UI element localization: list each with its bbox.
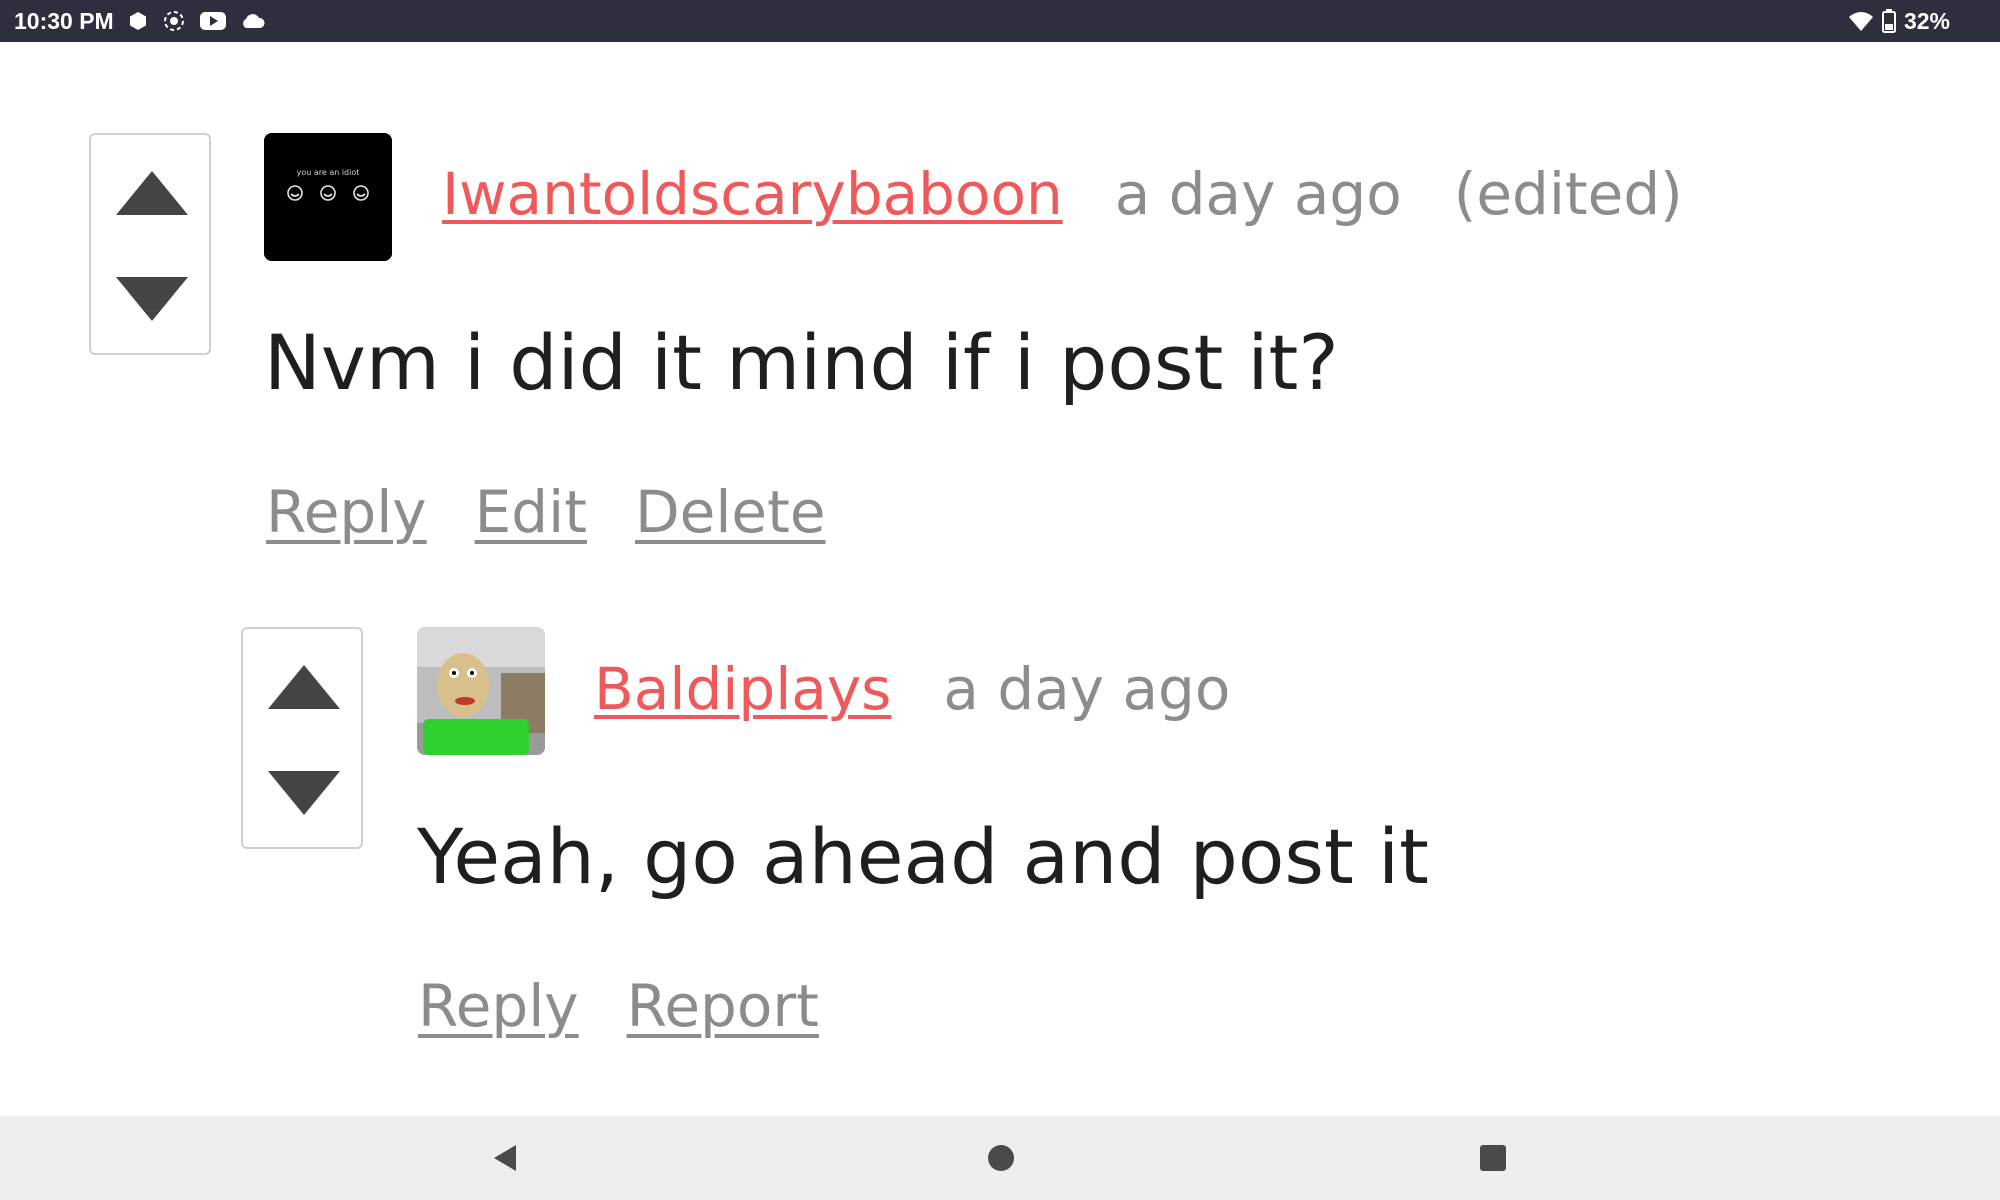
upvote-arrow-icon[interactable] — [266, 663, 342, 713]
avatar-caption: you are an idiot — [297, 168, 360, 177]
baldi-character-icon — [417, 627, 545, 755]
smiley-faces-icon: you are an idiot — [264, 133, 392, 261]
navigation-bar — [0, 1116, 2000, 1200]
timestamp: a day ago — [1114, 160, 1402, 228]
hexagon-icon — [128, 11, 148, 31]
downvote-arrow-icon[interactable] — [266, 767, 342, 817]
record-icon — [162, 9, 186, 33]
upvote-arrow-icon[interactable] — [114, 169, 190, 219]
home-icon[interactable] — [981, 1138, 1021, 1178]
comment-body: Yeah, go ahead and post it — [417, 812, 1429, 901]
back-icon[interactable] — [485, 1138, 525, 1178]
comment-body: Nvm i did it mind if i post it? — [264, 318, 1339, 407]
wifi-icon — [1848, 10, 1874, 32]
username-link[interactable]: Iwantoldscarybaboon — [442, 160, 1063, 228]
avatar[interactable] — [417, 627, 545, 755]
battery-icon — [1881, 9, 1896, 33]
downvote-arrow-icon[interactable] — [114, 273, 190, 323]
username-link[interactable]: Baldiplays — [594, 655, 891, 723]
vote-box — [89, 133, 211, 355]
battery-percent: 32% — [1903, 7, 1950, 34]
avatar[interactable]: you are an idiot — [264, 133, 392, 261]
reply-button[interactable]: Reply — [266, 478, 427, 546]
vote-box — [241, 627, 363, 849]
timestamp: a day ago — [943, 655, 1231, 723]
cloud-icon — [240, 12, 266, 30]
status-time: 10:30 PM — [14, 7, 114, 34]
edit-button[interactable]: Edit — [475, 478, 587, 546]
status-bar: 10:30 PM 32% — [0, 0, 2000, 42]
recents-icon[interactable] — [1473, 1138, 1513, 1178]
youtube-icon — [199, 11, 226, 31]
delete-button[interactable]: Delete — [635, 478, 826, 546]
edited-label: (edited) — [1453, 160, 1683, 228]
report-button[interactable]: Report — [627, 972, 819, 1040]
reply-button[interactable]: Reply — [418, 972, 579, 1040]
